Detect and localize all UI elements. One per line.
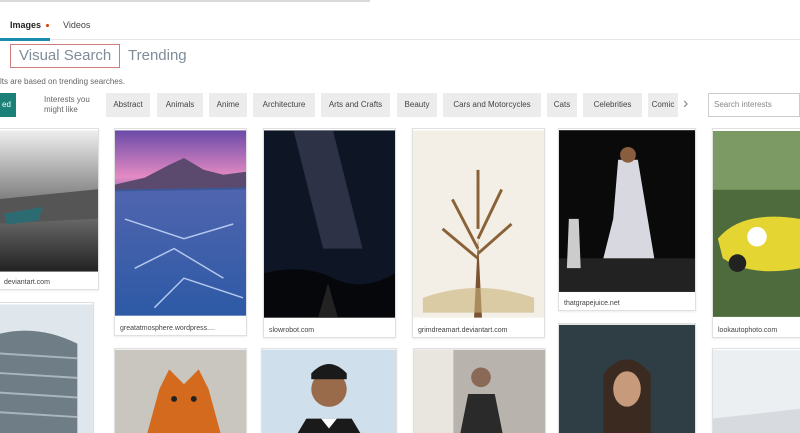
chip-selected[interactable]: ed <box>0 93 16 117</box>
search-interests-input[interactable]: Search interests <box>708 93 800 117</box>
chip-abstract[interactable]: Abstract <box>106 93 150 117</box>
chip-anime[interactable]: Anime <box>209 93 247 117</box>
image-card-woman[interactable] <box>413 348 546 433</box>
image-card-lake[interactable]: greatatmosphere.wordpress.... <box>114 128 247 336</box>
car-image <box>713 131 800 317</box>
chevron-right-icon[interactable]: › <box>683 95 688 113</box>
performer-image <box>559 130 695 292</box>
image-card-long-hair[interactable] <box>558 323 696 433</box>
white-image <box>713 350 800 433</box>
interest-chips: ed Interests you might like Abstract Ani… <box>0 93 800 117</box>
image-card-car[interactable]: lookautophoto.com <box>712 128 800 338</box>
chip-cats[interactable]: Cats <box>547 93 577 117</box>
card-caption[interactable]: deviantart.com <box>4 279 50 286</box>
tab-videos[interactable]: Videos <box>63 20 90 30</box>
man-tux-image <box>262 349 396 433</box>
result-tabs: Images Videos <box>0 14 800 41</box>
chip-comic[interactable]: Comic <box>648 93 678 117</box>
top-divider <box>0 0 370 2</box>
tab-images[interactable]: Images <box>10 20 50 30</box>
tab-trending[interactable]: Trending <box>128 47 187 64</box>
image-card-milkyway[interactable]: slowrobot.com <box>263 128 396 338</box>
card-caption[interactable]: slowrobot.com <box>269 327 314 334</box>
image-card-performer[interactable]: thatgrapejuice.net <box>558 128 696 311</box>
image-card-man-tux[interactable] <box>261 348 397 433</box>
active-tab-underline <box>0 38 50 41</box>
image-card-tree[interactable]: grimdreamart.deviantart.com <box>412 128 545 338</box>
chip-architecture[interactable]: Architecture <box>253 93 315 117</box>
chip-arts-and-crafts[interactable]: Arts and Crafts <box>321 93 390 117</box>
long-hair-image <box>559 324 695 433</box>
image-card-fox[interactable] <box>114 348 247 433</box>
boat-image <box>0 130 98 272</box>
trending-note: lts are based on trending searches. <box>0 77 125 86</box>
image-card-boat[interactable]: deviantart.com <box>0 128 99 290</box>
interests-label: Interests you might like <box>44 95 90 114</box>
fox-image <box>115 349 246 433</box>
chip-cars-and-motorcycles[interactable]: Cars and Motorcycles <box>443 93 541 117</box>
chip-beauty[interactable]: Beauty <box>397 93 437 117</box>
tab-visual-search[interactable]: Visual Search <box>10 44 121 68</box>
card-caption[interactable]: thatgrapejuice.net <box>564 300 620 307</box>
card-caption[interactable]: lookautophoto.com <box>718 327 777 334</box>
image-card-building[interactable] <box>0 302 94 433</box>
card-caption[interactable]: grimdreamart.deviantart.com <box>418 327 507 334</box>
milkyway-image <box>264 130 395 318</box>
tree-image <box>413 130 544 318</box>
chip-celebrities[interactable]: Celebrities <box>583 93 642 117</box>
building-image <box>0 304 93 433</box>
card-caption[interactable]: greatatmosphere.wordpress.... <box>120 325 215 332</box>
woman-image <box>414 349 545 433</box>
chip-animals[interactable]: Animals <box>157 93 203 117</box>
active-dot <box>46 24 50 28</box>
lake-image <box>115 130 246 316</box>
image-card-white[interactable] <box>712 348 800 433</box>
